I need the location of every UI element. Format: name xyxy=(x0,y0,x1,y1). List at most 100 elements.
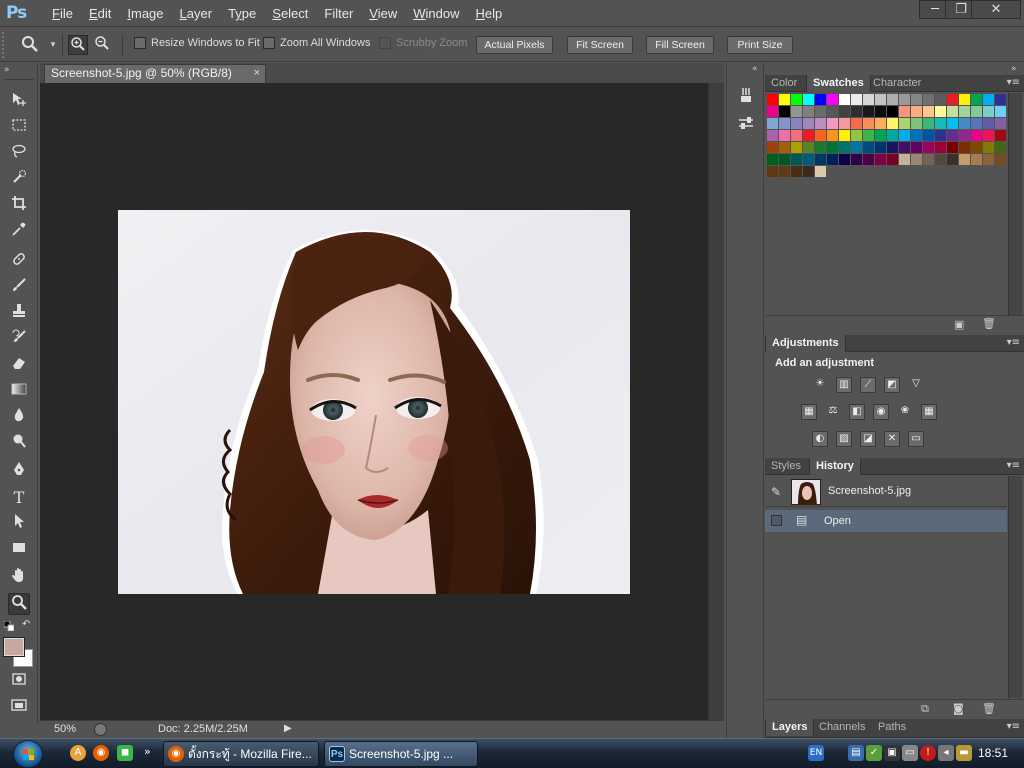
tab-swatches[interactable]: Swatches xyxy=(806,75,871,92)
menu-image[interactable]: Image xyxy=(119,6,171,21)
zoom-level[interactable]: 50% xyxy=(54,723,76,735)
collapse-panels-icon[interactable]: » xyxy=(1011,64,1017,74)
color-swatch[interactable] xyxy=(767,106,778,117)
color-swatch[interactable] xyxy=(959,130,970,141)
taskbar-firefox-window[interactable]: ◉ ตั้งกระทู้ - Mozilla Fire... xyxy=(163,741,319,767)
rectangle-tool-icon[interactable] xyxy=(8,539,30,561)
status-info-icon[interactable] xyxy=(94,723,107,736)
color-swatch[interactable] xyxy=(827,118,838,129)
path-selection-tool-icon[interactable] xyxy=(8,513,30,535)
history-state-checkbox[interactable] xyxy=(771,515,782,526)
posterize-icon[interactable]: ▨ xyxy=(836,431,852,447)
color-swatch[interactable] xyxy=(971,142,982,153)
zoom-in-icon[interactable] xyxy=(68,35,88,55)
swap-colors-icon[interactable]: ↶ xyxy=(22,619,30,630)
color-swatch[interactable] xyxy=(815,106,826,117)
color-swatch[interactable] xyxy=(911,154,922,165)
panel-menu-icon[interactable]: ▾≡ xyxy=(1007,337,1020,348)
color-swatch[interactable] xyxy=(911,118,922,129)
history-snapshot-row[interactable]: ✎ Screenshot-5.jpg xyxy=(765,477,1007,507)
menu-layer[interactable]: Layer xyxy=(172,6,221,21)
color-swatch[interactable] xyxy=(839,106,850,117)
brush-tool-icon[interactable] xyxy=(8,277,30,299)
color-swatch[interactable] xyxy=(911,94,922,105)
color-swatch[interactable] xyxy=(959,106,970,117)
lasso-tool-icon[interactable] xyxy=(8,143,30,165)
eyedropper-tool-icon[interactable] xyxy=(8,221,30,243)
color-swatch[interactable] xyxy=(971,130,982,141)
pen-tool-icon[interactable] xyxy=(8,461,30,483)
color-swatch[interactable] xyxy=(875,142,886,153)
crop-tool-icon[interactable] xyxy=(8,195,30,217)
color-swatch[interactable] xyxy=(959,154,970,165)
channel-mixer-icon[interactable]: ❀ xyxy=(897,404,913,420)
color-swatch[interactable] xyxy=(791,118,802,129)
tab-paths[interactable]: Paths xyxy=(872,719,912,736)
color-swatch[interactable] xyxy=(875,130,886,141)
color-swatch[interactable] xyxy=(923,106,934,117)
actual-pixels-button[interactable]: Actual Pixels xyxy=(476,36,553,54)
color-swatch[interactable] xyxy=(791,106,802,117)
eraser-tool-icon[interactable] xyxy=(8,355,30,377)
color-swatch[interactable] xyxy=(899,142,910,153)
options-bar-grip[interactable] xyxy=(2,32,8,58)
color-swatch[interactable] xyxy=(899,94,910,105)
quick-selection-tool-icon[interactable] xyxy=(8,169,30,191)
color-lookup-icon[interactable]: ▦ xyxy=(921,404,937,420)
color-swatch[interactable] xyxy=(983,130,994,141)
safely-remove-icon[interactable]: ▭ xyxy=(902,745,918,761)
color-swatch[interactable] xyxy=(803,166,814,177)
color-swatch[interactable] xyxy=(983,94,994,105)
color-swatch[interactable] xyxy=(947,142,958,153)
color-swatch[interactable] xyxy=(767,130,778,141)
color-swatch[interactable] xyxy=(971,154,982,165)
color-swatch[interactable] xyxy=(767,118,778,129)
color-swatch[interactable] xyxy=(839,142,850,153)
color-swatch[interactable] xyxy=(887,106,898,117)
history-scrollbar[interactable] xyxy=(1008,476,1022,698)
zoom-out-icon[interactable] xyxy=(92,35,112,55)
fill-screen-button[interactable]: Fill Screen xyxy=(646,36,714,54)
color-swatch[interactable] xyxy=(971,106,982,117)
menu-window[interactable]: Window xyxy=(405,6,467,21)
print-size-button[interactable]: Print Size xyxy=(727,36,793,54)
collapse-toolbox-icon[interactable]: » xyxy=(4,65,10,75)
color-swatch[interactable] xyxy=(947,130,958,141)
volume-icon[interactable]: ◂ xyxy=(938,745,954,761)
gradient-map-icon[interactable]: ▭ xyxy=(908,431,924,447)
menu-select[interactable]: Select xyxy=(264,6,316,21)
tab-channels[interactable]: Channels xyxy=(813,719,871,736)
color-swatch[interactable] xyxy=(851,142,862,153)
color-swatch[interactable] xyxy=(803,106,814,117)
tab-styles[interactable]: Styles xyxy=(765,458,807,475)
menu-help[interactable]: Help xyxy=(468,6,511,21)
tab-history[interactable]: History xyxy=(809,458,861,475)
color-swatch[interactable] xyxy=(875,118,886,129)
color-swatch[interactable] xyxy=(947,154,958,165)
color-swatch[interactable] xyxy=(971,118,982,129)
color-swatch[interactable] xyxy=(863,118,874,129)
clone-stamp-tool-icon[interactable] xyxy=(8,303,30,325)
color-swatch[interactable] xyxy=(923,118,934,129)
color-swatch[interactable] xyxy=(863,142,874,153)
color-swatch[interactable] xyxy=(935,118,946,129)
color-swatch[interactable] xyxy=(767,154,778,165)
checkbox-box[interactable] xyxy=(263,37,275,49)
color-swatch[interactable] xyxy=(779,142,790,153)
color-swatch[interactable] xyxy=(983,154,994,165)
color-swatch[interactable] xyxy=(875,94,886,105)
selective-color-icon[interactable]: ✕ xyxy=(884,431,900,447)
history-brush-tool-icon[interactable] xyxy=(8,329,30,351)
new-swatch-icon[interactable]: ▣ xyxy=(954,318,964,331)
type-tool-icon[interactable]: T xyxy=(8,487,30,509)
color-swatch[interactable] xyxy=(995,94,1006,105)
color-swatch[interactable] xyxy=(839,130,850,141)
trash-icon[interactable]: 🗑 xyxy=(982,317,996,330)
history-step-row[interactable]: ▤ Open xyxy=(765,510,1007,532)
color-swatch[interactable] xyxy=(803,154,814,165)
color-swatch[interactable] xyxy=(791,130,802,141)
color-swatch[interactable] xyxy=(899,106,910,117)
folder-icon[interactable]: ▬ xyxy=(956,745,972,761)
gradient-tool-icon[interactable] xyxy=(8,381,30,403)
color-swatch[interactable] xyxy=(851,154,862,165)
